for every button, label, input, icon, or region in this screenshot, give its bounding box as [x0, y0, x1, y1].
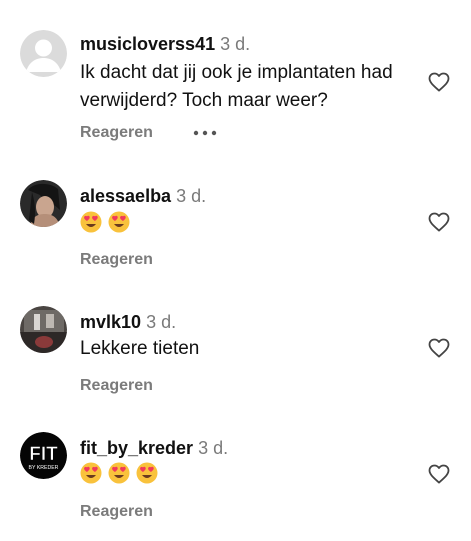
heart-outline-icon[interactable] — [427, 210, 451, 234]
comment-meta: fit_by_kreder 3 d. — [80, 437, 228, 459]
comment-meta: musicloverss41 3 d. — [80, 33, 250, 55]
profile-photo — [20, 306, 67, 353]
heart-eyes-emoji — [136, 462, 158, 484]
avatar[interactable] — [20, 30, 67, 77]
heart-eyes-emoji — [108, 211, 130, 233]
timestamp: 3 d. — [220, 34, 251, 54]
username[interactable]: musicloverss41 — [80, 34, 215, 54]
username[interactable]: mvlk10 — [80, 312, 141, 332]
comment-text: Lekkere tieten — [80, 338, 200, 359]
avatar[interactable]: FIT BY KREDER — [20, 432, 67, 479]
heart-outline-icon[interactable] — [427, 462, 451, 486]
heart-eyes-emoji — [108, 462, 130, 484]
comment-meta: mvlk10 3 d. — [80, 311, 176, 333]
reply-button[interactable]: Reageren — [80, 376, 153, 396]
more-options-icon[interactable] — [192, 123, 218, 143]
default-avatar-icon — [20, 30, 67, 77]
avatar[interactable] — [20, 180, 67, 227]
reply-button[interactable]: Reageren — [80, 502, 153, 522]
heart-outline-icon[interactable] — [427, 336, 451, 360]
username[interactable]: alessaelba — [80, 186, 171, 206]
emoji-row — [80, 211, 136, 237]
username[interactable]: fit_by_kreder — [80, 438, 193, 458]
heart-eyes-emoji — [80, 462, 102, 484]
logo-subtext: BY KREDER — [29, 465, 59, 471]
heart-eyes-emoji — [80, 211, 102, 233]
timestamp: 3 d. — [198, 438, 229, 458]
timestamp: 3 d. — [176, 186, 207, 206]
reply-button[interactable]: Reageren — [80, 123, 153, 143]
logo-text: FIT — [29, 444, 58, 465]
comment-text: Ik dacht dat jij ook je implantaten had … — [80, 62, 393, 111]
avatar[interactable] — [20, 306, 67, 353]
heart-outline-icon[interactable] — [427, 70, 451, 94]
profile-photo — [20, 180, 67, 227]
logo: FIT BY KREDER — [20, 432, 67, 479]
reply-button[interactable]: Reageren — [80, 250, 153, 270]
timestamp: 3 d. — [146, 312, 177, 332]
emoji-row — [80, 462, 164, 488]
comment-meta: alessaelba 3 d. — [80, 185, 206, 207]
